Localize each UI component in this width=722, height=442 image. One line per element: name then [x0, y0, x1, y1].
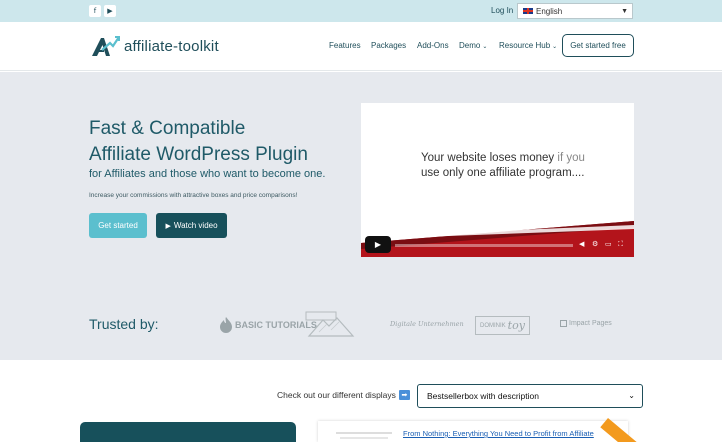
login-link[interactable]: Log In: [491, 6, 513, 15]
display-type-value: Bestsellerbox with description: [427, 391, 539, 401]
hero-subtitle: for Affiliates and those who want to bec…: [89, 168, 326, 180]
impact-pages-logo: Impact Pages: [560, 320, 612, 327]
nav-add-ons[interactable]: Add-Ons: [417, 41, 449, 50]
video-progress-bar[interactable]: [395, 244, 573, 247]
get-started-free-button[interactable]: Get started free: [562, 34, 634, 57]
arrow-right-icon: ➡: [398, 390, 410, 400]
nav-resource-hub[interactable]: Resource Hub ⌄: [499, 41, 557, 50]
uk-flag-icon: [523, 8, 533, 14]
watch-video-button[interactable]: ▶ Watch video: [156, 213, 227, 238]
product-box: From Nothing: Everything You Need to Pro…: [318, 421, 628, 442]
trusted-by-label: Trusted by:: [89, 316, 159, 332]
get-started-button[interactable]: Get started: [89, 213, 147, 238]
chevron-down-icon: ⌄: [628, 391, 635, 400]
video-player[interactable]: Your website loses money if you use only…: [361, 103, 634, 257]
product-image-line: [340, 437, 388, 439]
nav-packages[interactable]: Packages: [371, 41, 406, 50]
product-image: [336, 432, 392, 434]
video-time: 02:03: [394, 232, 407, 238]
video-play-button[interactable]: ▶: [365, 236, 391, 253]
digitale-unternehmen-logo: Digitale Unternehmen: [390, 320, 464, 328]
language-select[interactable]: English ▼: [517, 3, 633, 19]
impact-pages-icon: [560, 320, 567, 327]
nav-features[interactable]: Features: [329, 41, 361, 50]
logo[interactable]: affiliate-toolkit: [90, 34, 219, 58]
basic-tutorials-logo: BASIC TUTORIALS: [219, 317, 317, 333]
logo-mark-icon: [92, 36, 120, 56]
logo-text: affiliate-toolkit: [124, 37, 219, 55]
settings-gear-icon[interactable]: ⚙: [592, 240, 598, 248]
hero-title: Fast & Compatible Affiliate WordPress Pl…: [89, 116, 308, 168]
impact-pages-text: Impact Pages: [569, 320, 612, 327]
dominik-logo-text: DOMINIK: [480, 322, 506, 329]
facebook-icon[interactable]: f: [89, 5, 101, 17]
volume-icon[interactable]: ◀: [579, 240, 584, 248]
hero-description: Increase your commissions with attractiv…: [89, 192, 298, 199]
dominik-toy-logo: DOMINIK toy: [475, 316, 530, 335]
product-title-link[interactable]: From Nothing: Everything You Need to Pro…: [403, 429, 594, 438]
hero-title-line2: Affiliate WordPress Plugin: [89, 144, 308, 165]
top-bar: f ▶ Log In English ▼: [0, 0, 722, 22]
displays-label: Check out our different displays ➡: [277, 390, 410, 400]
miniplayer-icon[interactable]: ▭: [605, 240, 612, 248]
mountain-logo: [305, 311, 355, 337]
nav-demo[interactable]: Demo ⌄: [459, 41, 487, 50]
flame-icon: [220, 317, 232, 333]
language-label: English: [536, 6, 563, 16]
watch-video-label: Watch video: [173, 221, 218, 230]
nav-resource-hub-label: Resource Hub: [499, 41, 551, 50]
displays-label-text: Check out our different displays: [277, 390, 396, 400]
chevron-down-icon: ⌄: [552, 44, 558, 50]
caret-down-icon: ▼: [621, 8, 628, 15]
youtube-icon[interactable]: ▶: [104, 5, 116, 17]
display-type-select[interactable]: Bestsellerbox with description ⌄: [417, 384, 643, 408]
chevron-down-icon: ⌄: [482, 44, 488, 50]
toy-script-mark: toy: [507, 319, 525, 332]
nav-demo-label: Demo: [459, 41, 481, 50]
teal-card: [80, 422, 296, 442]
hero-title-line1: Fast & Compatible: [89, 118, 246, 139]
play-icon: ▶: [165, 221, 171, 230]
fullscreen-icon[interactable]: ⛶: [618, 240, 623, 249]
site-header: affiliate-toolkit Features Packages Add-…: [0, 22, 722, 71]
